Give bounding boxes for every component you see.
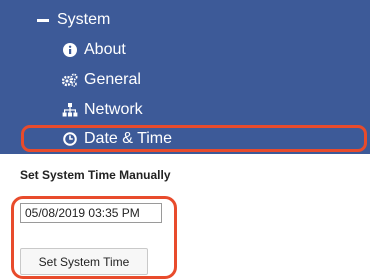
nav-item-system[interactable]: System [35,7,110,33]
nav-item-label: General [84,71,141,88]
info-circle-icon [62,42,78,58]
sidebar-nav: System About General Network Date & Time [0,0,370,154]
nav-item-label: Network [84,101,143,118]
highlight-frame-nav [21,125,367,152]
nav-item-network[interactable]: Network [62,97,143,123]
nav-item-label: System [57,11,111,28]
highlight-frame-form [11,196,177,279]
nav-item-general[interactable]: General [62,67,141,93]
section-title: Set System Time Manually [20,168,171,182]
nav-item-label: About [84,41,126,58]
sitemap-icon [62,102,78,118]
cogs-icon [62,72,78,88]
nav-item-about[interactable]: About [62,37,126,63]
minus-icon [35,12,51,28]
